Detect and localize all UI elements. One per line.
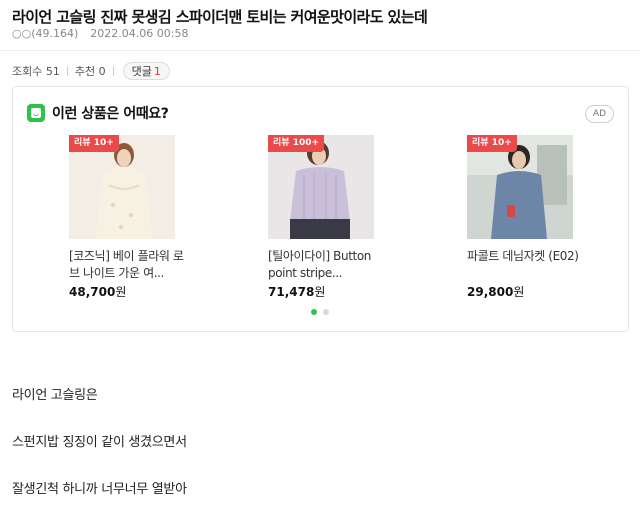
comment-count: 1	[153, 64, 161, 78]
post-body-line: 잘생긴척 하니까 너무너무 열받아	[12, 482, 187, 497]
carousel-pagination	[311, 309, 329, 315]
product-name[interactable]: [틸아이다이] Button point stripe...	[268, 248, 386, 282]
comment-button[interactable]: 댓글 1	[122, 62, 170, 80]
view-count: 조회수 51	[12, 65, 60, 78]
review-badge: 리뷰 10+	[69, 135, 119, 152]
post-body-line: 라이언 고슬링은	[12, 388, 98, 403]
post-body-line: 스펀지밥 징징이 같이 생겼으면서	[12, 435, 187, 450]
stats-separator	[112, 66, 114, 76]
ad-heading: 이런 상품은 어때요?	[52, 106, 169, 122]
product-card[interactable]: 리뷰 100+ [틸아이다이] Button point stripe... 7…	[268, 135, 374, 300]
product-ad-box: 이런 상품은 어때요? AD 리뷰 10+ [코즈닉] 베이 플라워 로브 나이…	[12, 86, 629, 332]
price-unit: 원	[314, 285, 326, 299]
shopping-icon	[27, 104, 45, 122]
header-divider	[0, 50, 640, 51]
review-badge: 리뷰 10+	[467, 135, 517, 152]
product-name[interactable]: [코즈닉] 베이 플라워 로브 나이트 가운 여...	[69, 248, 187, 282]
comment-label: 댓글	[131, 65, 152, 78]
price-unit: 원	[513, 285, 525, 299]
post-title: 라이언 고슬링 진짜 못생김 스파이더맨 토비는 커여운맛이라도 있는데	[12, 8, 428, 26]
ad-badge[interactable]: AD	[584, 105, 614, 123]
carousel-dot-2[interactable]	[323, 309, 329, 315]
product-image[interactable]: 리뷰 100+	[268, 135, 374, 239]
product-image[interactable]: 리뷰 10+	[467, 135, 573, 239]
product-image[interactable]: 리뷰 10+	[69, 135, 175, 239]
post-date: 2022.04.06 00:58	[90, 27, 189, 40]
product-price: 71,478원	[268, 284, 374, 300]
post-stats: 조회수 51 추천 0 댓글 1	[12, 62, 170, 80]
product-name[interactable]: 파콜트 데님자켓 (E02)	[467, 248, 585, 282]
price-value: 29,800	[467, 285, 514, 299]
post-author[interactable]: ○○(49.164)	[12, 27, 78, 40]
price-value: 48,700	[69, 285, 116, 299]
recommend-count: 추천 0	[74, 65, 106, 78]
price-unit: 원	[115, 285, 127, 299]
carousel-dot-1[interactable]	[311, 309, 317, 315]
review-badge: 리뷰 100+	[268, 135, 325, 152]
product-price: 48,700원	[69, 284, 175, 300]
product-card[interactable]: 리뷰 10+ [코즈닉] 베이 플라워 로브 나이트 가운 여... 48,70…	[69, 135, 184, 300]
price-value: 71,478	[268, 285, 315, 299]
stats-separator	[66, 66, 68, 76]
product-card[interactable]: 리뷰 10+ 파콜트 데님자켓 (E02) 29,800원	[467, 135, 579, 300]
post-meta: ○○(49.164) 2022.04.06 00:58	[12, 27, 188, 40]
product-price: 29,800원	[467, 284, 573, 300]
ad-header: 이런 상품은 어때요?	[27, 103, 169, 123]
